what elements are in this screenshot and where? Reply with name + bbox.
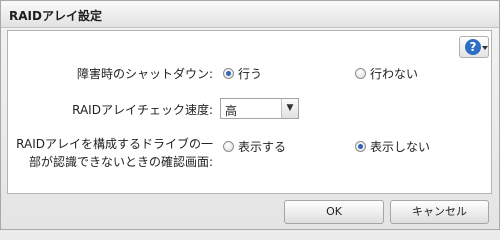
shutdown-enable-label[interactable]: 行う (238, 65, 262, 82)
confirm-screen-label-line2: 部が認識できないときの確認画面: (28, 155, 213, 169)
confirm-show-label[interactable]: 表示する (238, 138, 286, 155)
settings-panel: ? 障害時のシャットダウン: 行う 行わない RAIDアレイチェック速度: 高 … (7, 30, 492, 194)
raid-settings-dialog: RAIDアレイ設定 ? 障害時のシャットダウン: 行う 行わない RAIDアレイ… (0, 0, 500, 230)
confirm-show-radio[interactable] (223, 141, 234, 152)
shutdown-disable-radio[interactable] (355, 68, 366, 79)
confirm-hide-label[interactable]: 表示しない (370, 138, 430, 155)
help-button[interactable]: ? (459, 36, 489, 58)
question-icon: ? (465, 39, 481, 55)
dialog-title: RAIDアレイ設定 (9, 9, 102, 23)
cancel-button[interactable]: キャンセル (390, 200, 489, 224)
check-speed-value: 高 (225, 104, 238, 118)
dropdown-caret-icon (482, 46, 488, 50)
shutdown-label: 障害時のシャットダウン: (76, 67, 213, 81)
confirm-screen-label-line1: RAIDアレイを構成するドライブの一 (16, 137, 213, 151)
ok-button[interactable]: OK (284, 200, 384, 224)
check-speed-label: RAIDアレイチェック速度: (72, 103, 213, 117)
shutdown-disable-label[interactable]: 行わない (370, 65, 418, 82)
shutdown-enable-radio[interactable] (223, 68, 234, 79)
check-speed-select[interactable]: 高 ▼ (220, 98, 299, 119)
chevron-down-icon[interactable]: ▼ (281, 99, 298, 118)
confirm-hide-radio[interactable] (355, 141, 366, 152)
dialog-titlebar: RAIDアレイ設定 (1, 1, 499, 28)
